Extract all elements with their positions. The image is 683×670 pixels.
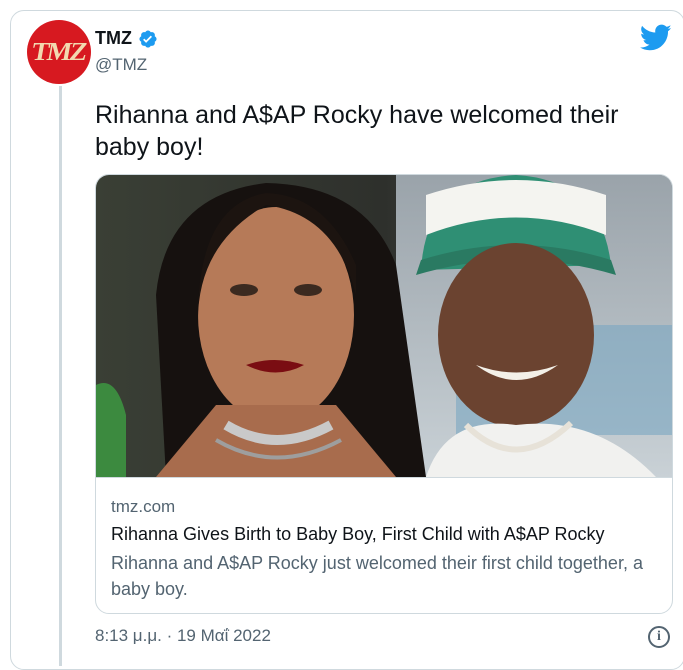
twitter-bird-icon[interactable] <box>640 24 672 52</box>
avatar[interactable]: TMZ <box>27 20 91 84</box>
link-title: Rihanna Gives Birth to Baby Boy, First C… <box>111 524 605 544</box>
info-icon[interactable]: i <box>648 626 670 648</box>
tweet-timestamp[interactable]: 8:13 μ.μ. · 19 Μαΐ 2022 <box>95 626 271 646</box>
link-preview-card[interactable]: tmz.com Rihanna Gives Birth to Baby Boy,… <box>95 174 673 614</box>
display-name[interactable]: TMZ <box>95 28 132 49</box>
tweet-text: Rihanna and A$AP Rocky have welcomed the… <box>95 101 619 161</box>
author-name-row[interactable]: TMZ <box>95 28 158 49</box>
handle[interactable]: @TMZ <box>95 55 147 75</box>
avatar-logo: TMZ <box>29 37 89 66</box>
link-description: Rihanna and A$AP Rocky just welcomed the… <box>111 553 643 599</box>
link-domain: tmz.com <box>111 497 176 516</box>
thread-line <box>59 86 62 666</box>
link-preview-meta[interactable]: tmz.com Rihanna Gives Birth to Baby Boy,… <box>96 477 672 613</box>
link-preview-image[interactable] <box>96 175 673 477</box>
verified-badge-icon <box>139 29 157 48</box>
